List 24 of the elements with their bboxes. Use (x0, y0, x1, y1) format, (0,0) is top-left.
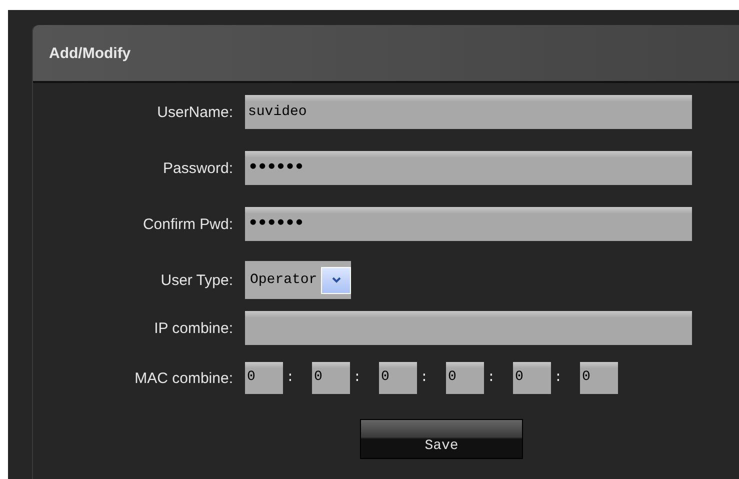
field-label: UserName: (156, 104, 234, 120)
password-field[interactable]: •••••• (245, 151, 692, 185)
mac-octet-field[interactable]: 0 (446, 362, 484, 394)
mac-octet-field[interactable]: 0 (379, 362, 417, 394)
mac-separator: : (419, 370, 430, 386)
mac-octet-field[interactable]: 0 (513, 362, 551, 394)
user-type-dropdown[interactable]: Operator (245, 261, 352, 299)
mac-separator: : (352, 370, 362, 386)
field-label: MAC combine: (134, 370, 234, 386)
field-label: User Type: (160, 272, 234, 288)
password-field[interactable]: •••••• (245, 207, 692, 241)
mac-octet-field[interactable]: 0 (245, 362, 283, 394)
mac-octet-field[interactable]: 0 (312, 362, 350, 394)
field-label: IP combine: (153, 320, 234, 336)
save-button[interactable]: Save (360, 419, 523, 459)
panel-title: Add/Modify (49, 44, 131, 62)
input-field[interactable]: suvideo (245, 95, 692, 129)
mac-separator: : (486, 370, 496, 386)
field-label: Password: (162, 160, 234, 176)
mac-separator: : (553, 370, 564, 386)
mac-separator: : (285, 370, 296, 386)
mac-octet-field[interactable]: 0 (580, 362, 618, 394)
field-label: Confirm Pwd: (142, 216, 234, 232)
input-field[interactable] (245, 311, 692, 345)
